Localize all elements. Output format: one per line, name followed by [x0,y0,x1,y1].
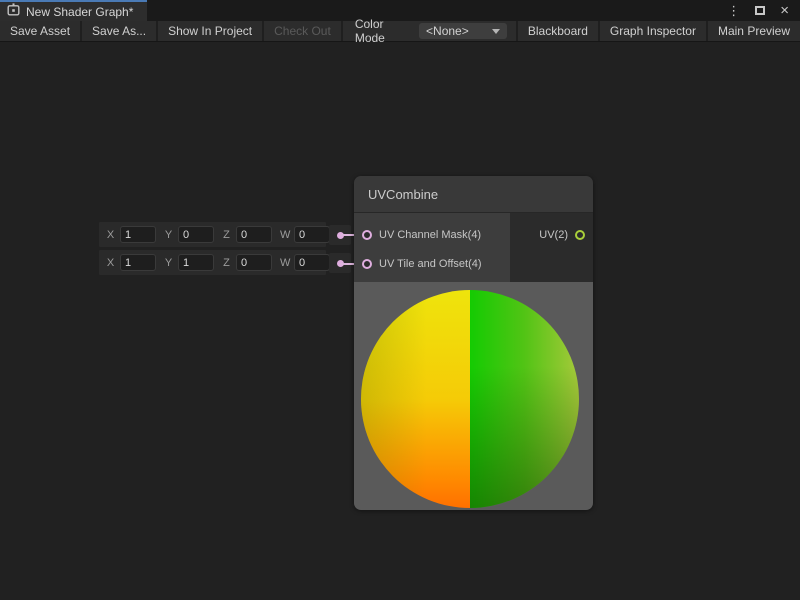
vector-field-group: Y [164,254,214,271]
y-label: Y [164,257,173,269]
toolbar: Save Asset Save As... Show In Project Ch… [0,21,800,42]
sphere-left-half [361,290,470,508]
shader-graph-icon [7,3,20,21]
blackboard-button[interactable]: Blackboard [516,21,598,41]
show-in-project-button[interactable]: Show In Project [158,21,264,41]
toolbar-right-group: Color Mode <None> Blackboard Graph Inspe… [343,21,800,41]
input-port-icon[interactable] [362,259,372,269]
input-port-row: UV Channel Mask(4) [354,220,510,249]
close-icon[interactable]: × [780,3,789,18]
vector-field-group: W [280,254,330,271]
y-field[interactable] [178,254,214,271]
w-label: W [280,257,289,269]
node-title: UVCombine [368,187,438,202]
w-field[interactable] [294,254,330,271]
z-field[interactable] [236,226,272,243]
x-field[interactable] [120,254,156,271]
z-field[interactable] [236,254,272,271]
check-out-button[interactable]: Check Out [264,21,343,41]
node-title-bar[interactable]: UVCombine [354,176,593,213]
vector4-input-row-1: X Y Z W [99,222,326,247]
input-port-row: UV Tile and Offset(4) [354,249,510,278]
output-port-icon[interactable] [575,230,585,240]
input-port-label: UV Channel Mask(4) [379,229,481,241]
node-input-section: UV Channel Mask(4) UV Tile and Offset(4) [354,213,510,282]
vector-field-group: Z [222,226,272,243]
w-field[interactable] [294,226,330,243]
vector-field-group: X [106,254,156,271]
input-port-label: UV Tile and Offset(4) [379,258,482,270]
color-mode-label: Color Mode [343,21,419,41]
y-label: Y [164,229,173,241]
vector4-input-row-2: X Y Z W [99,250,326,275]
x-label: X [106,229,115,241]
tab-new-shader-graph[interactable]: New Shader Graph* [0,0,147,21]
graph-canvas[interactable]: X Y Z W X Y [0,42,800,600]
x-label: X [106,257,115,269]
input-port-icon[interactable] [362,230,372,240]
w-label: W [280,229,289,241]
node-preview [354,282,593,510]
vector-field-group: X [106,226,156,243]
node-body: UV Channel Mask(4) UV Tile and Offset(4)… [354,213,593,282]
uv-preview-sphere [361,290,579,508]
chevron-down-icon [492,29,500,34]
color-mode-value: <None> [426,24,469,38]
z-label: Z [222,257,231,269]
node-output-section: UV(2) [510,213,593,282]
z-label: Z [222,229,231,241]
save-asset-button[interactable]: Save Asset [0,21,82,41]
x-field[interactable] [120,226,156,243]
shader-graph-window: New Shader Graph* ⋮ × Save Asset Save As… [0,0,800,600]
vector-field-group: Z [222,254,272,271]
tab-title: New Shader Graph* [26,5,133,19]
color-mode-dropdown[interactable]: <None> [419,23,507,39]
window-menu-icon[interactable]: ⋮ [727,4,740,17]
save-as-button[interactable]: Save As... [82,21,158,41]
window-controls: ⋮ × [727,0,800,21]
main-preview-button[interactable]: Main Preview [706,21,800,41]
vector-field-group: Y [164,226,214,243]
node-uvcombine[interactable]: UVCombine UV Channel Mask(4) UV Tile and… [354,176,593,510]
maximize-icon[interactable] [755,6,765,15]
vector-field-group: W [280,226,330,243]
graph-inspector-button[interactable]: Graph Inspector [598,21,706,41]
sphere-right-half [470,290,579,508]
output-port-row: UV(2) [510,220,593,249]
output-port-label: UV(2) [539,229,568,241]
y-field[interactable] [178,226,214,243]
